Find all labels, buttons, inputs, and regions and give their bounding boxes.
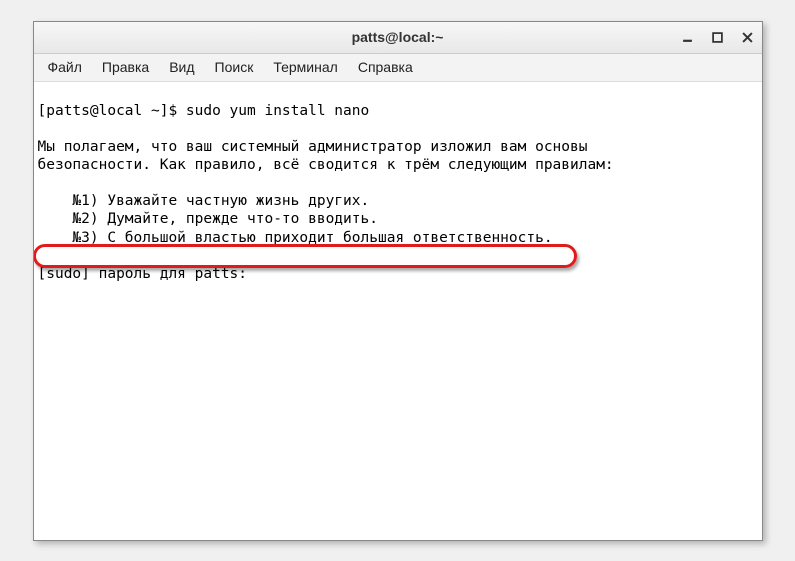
menu-help[interactable]: Справка <box>348 55 423 79</box>
minimize-icon <box>682 32 693 43</box>
minimize-button[interactable] <box>680 29 696 45</box>
rule-3: №3) С большой властью приходит большая о… <box>38 230 553 246</box>
terminal-window: patts@local:~ Файл Правка Вид Поиск Терм… <box>33 21 763 541</box>
window-controls <box>680 22 756 53</box>
menubar: Файл Правка Вид Поиск Терминал Справка <box>34 54 762 82</box>
annotation-highlight <box>34 244 577 268</box>
menu-file[interactable]: Файл <box>38 55 92 79</box>
menu-search[interactable]: Поиск <box>205 55 264 79</box>
command-text: sudo yum install nano <box>186 103 369 119</box>
prompt-line: [patts@local ~]$ sudo yum install nano <box>38 103 370 119</box>
lecture-line-1: Мы полагаем, что ваш системный администр… <box>38 139 588 155</box>
menu-edit[interactable]: Правка <box>92 55 159 79</box>
menu-view[interactable]: Вид <box>159 55 204 79</box>
window-title: patts@local:~ <box>352 29 444 45</box>
close-button[interactable] <box>740 29 756 45</box>
rule-1: №1) Уважайте частную жизнь других. <box>38 193 370 209</box>
password-prompt: [sudo] пароль для patts: <box>38 266 256 282</box>
menu-terminal[interactable]: Терминал <box>263 55 347 79</box>
shell-prompt: [patts@local ~]$ <box>38 103 186 119</box>
lecture-line-2: безопасности. Как правило, всё сводится … <box>38 157 614 173</box>
maximize-icon <box>712 32 723 43</box>
terminal-body[interactable]: [patts@local ~]$ sudo yum install nano М… <box>34 82 762 540</box>
titlebar: patts@local:~ <box>34 22 762 54</box>
maximize-button[interactable] <box>710 29 726 45</box>
close-icon <box>742 32 753 43</box>
rule-2: №2) Думайте, прежде что-то вводить. <box>38 211 378 227</box>
